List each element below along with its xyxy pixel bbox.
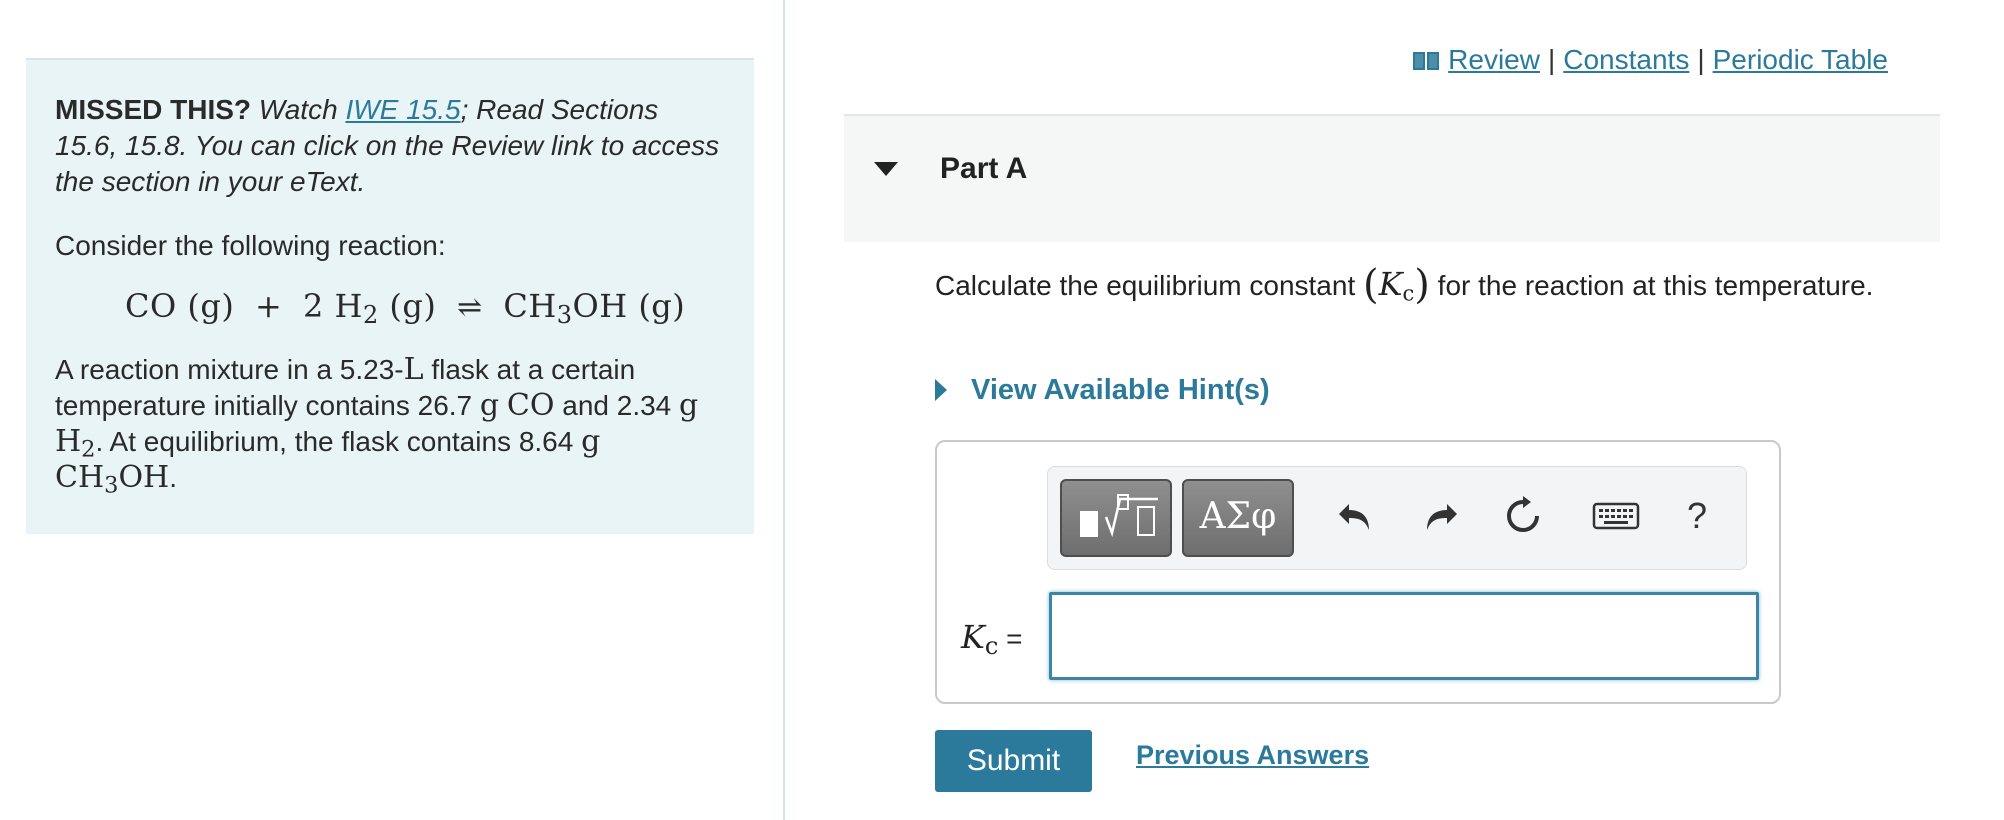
previous-answers-link[interactable]: Previous Answers [1136, 740, 1369, 771]
consider-text: Consider the following reaction: [55, 230, 446, 261]
greek-symbols-button[interactable]: ΑΣφ [1182, 479, 1294, 557]
iwe-link[interactable]: IWE 15.5 [345, 94, 460, 125]
caret-down-icon[interactable] [874, 162, 898, 176]
math-toolbar: ΑΣφ ? [1047, 466, 1747, 570]
reset-icon [1507, 496, 1539, 532]
mixture-text: A reaction mixture in a 5.23-L flask at … [55, 352, 699, 499]
missed-label: MISSED THIS? [55, 94, 252, 125]
plus-sign: + [255, 287, 283, 325]
part-a-header[interactable]: Part A [844, 114, 1940, 242]
reaction-equation: CO (g) + 2 H2 (g) ⇌ CH3OH (g) [125, 286, 724, 328]
equilibrium-arrow: ⇌ [457, 290, 483, 325]
missed-this-note: MISSED THIS? Watch IWE 15.5; Read Sectio… [55, 92, 724, 200]
undo-button[interactable] [1330, 489, 1380, 543]
review-link[interactable]: Review [1448, 44, 1540, 75]
reactant-h2: 2 H2 (g) [303, 287, 437, 329]
part-title: Part A [940, 152, 1028, 185]
help-button[interactable]: ? [1672, 489, 1722, 543]
caret-right-icon [935, 379, 947, 401]
keyboard-icon [1592, 502, 1640, 530]
intro-panel: MISSED THIS? Watch IWE 15.5; Read Sectio… [26, 58, 754, 534]
undo-icon [1339, 504, 1369, 530]
link-separator: | [1697, 44, 1705, 75]
book-icon [1413, 52, 1440, 70]
reactant-co: CO (g) [125, 287, 235, 325]
keyboard-button[interactable] [1586, 489, 1646, 543]
templates-button[interactable] [1060, 479, 1172, 557]
submit-button[interactable]: Submit [935, 730, 1092, 792]
kc-answer-input[interactable] [1049, 592, 1759, 680]
redo-button[interactable] [1416, 489, 1466, 543]
periodic-table-link[interactable]: Periodic Table [1713, 44, 1888, 75]
answer-panel: ΑΣφ ? Kc = [935, 440, 1781, 704]
panel-divider [783, 0, 785, 820]
link-separator: | [1547, 44, 1556, 75]
view-hints-label: View Available Hint(s) [971, 374, 1270, 406]
view-hints-toggle[interactable]: View Available Hint(s) [935, 374, 1270, 407]
redo-icon [1427, 504, 1457, 530]
question-text: Calculate the equilibrium constant (Kc) … [935, 262, 1874, 308]
resource-links: Review | Constants | Periodic Table [1412, 44, 1888, 76]
watch-text: Watch [258, 94, 338, 125]
templates-icon [1080, 494, 1158, 538]
kc-label: Kc = [961, 618, 1023, 660]
reset-button[interactable] [1498, 489, 1548, 543]
product-ch3oh: CH3OH (g) [503, 287, 686, 329]
constants-link[interactable]: Constants [1563, 44, 1689, 75]
